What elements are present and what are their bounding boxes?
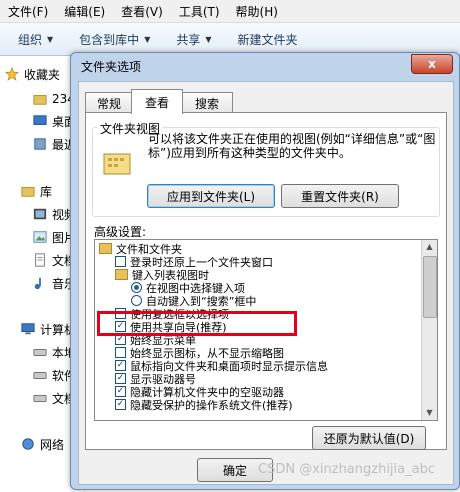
video-icon — [33, 208, 47, 220]
nav-item-computer[interactable]: 计算机 — [20, 319, 76, 339]
tree-checkbox-hide-protected-files[interactable]: ✓ 隐藏受保护的操作系统文件(推荐) — [115, 398, 293, 412]
menu-file[interactable]: 文件(F) — [0, 3, 56, 20]
nav-item-network[interactable]: 网络 — [20, 434, 64, 454]
advanced-settings-label: 高级设置: — [94, 225, 147, 239]
drive-icon — [33, 394, 47, 402]
share-button[interactable]: 共享 ▼ — [166, 27, 221, 51]
nav-item-favorites[interactable]: 收藏夹 — [4, 64, 60, 84]
picture-icon — [33, 231, 47, 243]
chevron-down-icon: ▼ — [144, 34, 151, 44]
reset-folders-button[interactable]: 重置文件夹(R) — [281, 184, 399, 208]
scroll-thumb[interactable] — [423, 256, 437, 318]
red-highlight-box — [97, 311, 297, 336]
menu-bar: 文件(F) 编辑(E) 查看(V) 工具(T) 帮助(H) — [0, 0, 460, 23]
tab-general[interactable]: 常规 — [85, 92, 133, 113]
dialog-client: 常规 查看 搜索 文件夹视图 可以将该文件夹正在使用的视图(例如“详细信息”或“… — [78, 81, 454, 485]
nav-item-libraries[interactable]: 库 — [20, 181, 52, 201]
folder-icon — [99, 243, 112, 254]
menu-edit[interactable]: 编辑(E) — [56, 3, 113, 20]
music-icon — [34, 277, 41, 290]
tab-search[interactable]: 搜索 — [181, 92, 233, 113]
scroll-up-icon[interactable]: ▲ — [423, 240, 436, 254]
organize-label: 组织 — [18, 32, 43, 47]
include-in-library-label: 包含到库中 — [79, 32, 140, 47]
network-icon — [22, 438, 34, 450]
nav-item-label: 库 — [40, 184, 53, 199]
checkbox-checked-icon[interactable]: ✓ — [115, 399, 126, 410]
folder-view-description: 可以将该文件夹正在使用的视图(例如“详细信息”或“图标”)应用到所有这种类型的文… — [148, 132, 436, 160]
nav-item-label: 网络 — [40, 437, 65, 452]
tab-view[interactable]: 查看 — [131, 89, 183, 114]
dialog-title: 文件夹选项 — [81, 60, 142, 74]
new-folder-button[interactable]: 新建文件夹 — [228, 27, 308, 51]
recent-icon — [34, 138, 46, 150]
folder-view-group: 文件夹视图 可以将该文件夹正在使用的视图(例如“详细信息”或“图标”)应用到所有… — [92, 120, 440, 217]
checkbox-checked-icon[interactable]: ✓ — [115, 373, 126, 384]
document-icon — [35, 253, 45, 267]
folder-options-dialog: 文件夹选项 x 常规 查看 搜索 文件夹视图 可以将该文件夹正在使用的视图(例如… — [70, 52, 460, 490]
radio-selected-icon[interactable] — [131, 282, 142, 293]
star-icon — [4, 67, 20, 81]
view-tab-page: 文件夹视图 可以将该文件夹正在使用的视图(例如“详细信息”或“图标”)应用到所有… — [85, 112, 447, 450]
drive-icon — [33, 371, 47, 379]
menu-tools[interactable]: 工具(T) — [171, 3, 228, 20]
chevron-down-icon: ▼ — [205, 34, 212, 44]
chevron-down-icon: ▼ — [47, 34, 54, 44]
menu-help[interactable]: 帮助(H) — [228, 3, 286, 20]
desktop-icon — [33, 115, 47, 125]
vertical-scrollbar[interactable]: ▲ ▼ — [421, 240, 437, 420]
library-icon — [21, 187, 35, 197]
organize-button[interactable]: 组织 ▼ — [8, 27, 63, 51]
folder-view-icon — [103, 153, 131, 175]
tree-row-label: 隐藏受保护的操作系统文件(推荐) — [130, 398, 293, 412]
computer-icon — [21, 323, 35, 335]
checkbox-checked-icon[interactable]: ✓ — [115, 386, 126, 397]
menu-view[interactable]: 查看(V) — [113, 3, 171, 20]
new-folder-label: 新建文件夹 — [237, 32, 298, 47]
share-label: 共享 — [176, 32, 201, 47]
checkbox-checked-icon[interactable]: ✓ — [115, 360, 126, 371]
folder-icon — [33, 95, 47, 105]
checkbox-unchecked-icon[interactable] — [115, 256, 126, 267]
folder-icon — [115, 269, 128, 280]
include-in-library-button[interactable]: 包含到库中 ▼ — [69, 27, 160, 51]
nav-item-label: 收藏夹 — [24, 67, 61, 82]
drive-icon — [33, 348, 47, 356]
close-button[interactable]: x — [411, 54, 453, 74]
checkbox-unchecked-icon[interactable] — [115, 347, 126, 358]
watermark-text: CSDN @xinzhangzhijia_abc — [258, 462, 435, 477]
nav-item-234[interactable]: 234 — [32, 89, 75, 109]
radio-unselected-icon[interactable] — [131, 295, 142, 306]
apply-to-folders-button[interactable]: 应用到文件夹(L) — [147, 184, 275, 208]
restore-defaults-button[interactable]: 还原为默认值(D) — [312, 426, 426, 450]
scroll-down-icon[interactable]: ▼ — [423, 406, 436, 420]
